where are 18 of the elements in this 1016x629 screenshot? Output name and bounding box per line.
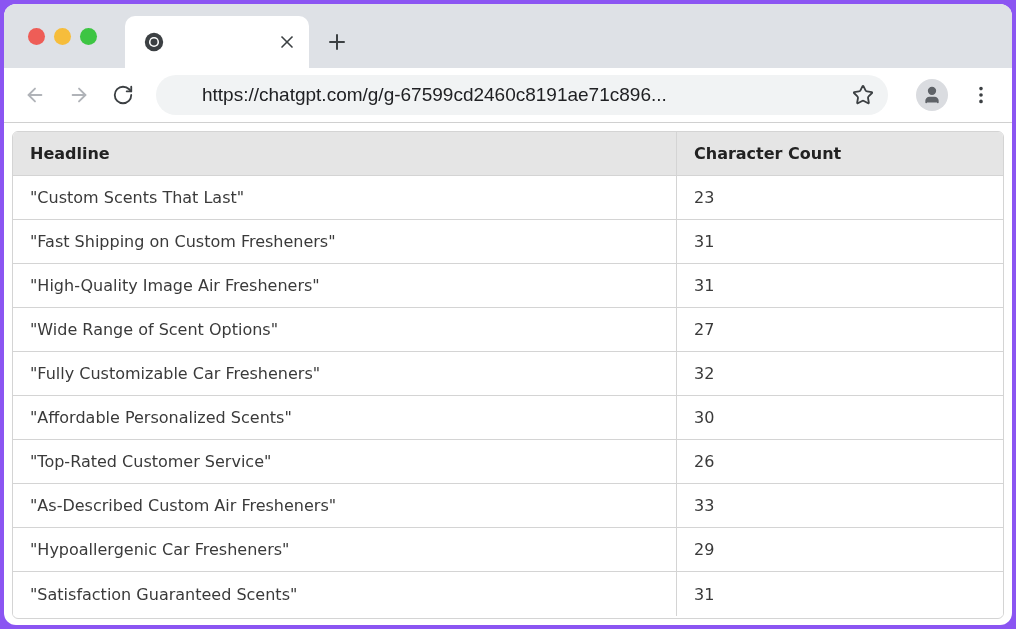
table-cell: "Satisfaction Guaranteed Scents" [13, 572, 677, 616]
table-cell: "Wide Range of Scent Options" [13, 308, 677, 352]
table-cell: "High-Quality Image Air Fresheners" [13, 264, 677, 308]
column-header: Character Count [677, 132, 1003, 176]
column-header: Headline [13, 132, 677, 176]
table-cell: "Top-Rated Customer Service" [13, 440, 677, 484]
browser-tab[interactable] [125, 16, 309, 68]
close-window-button[interactable] [28, 28, 45, 45]
table-cell: "Hypoallergenic Car Fresheners" [13, 528, 677, 572]
address-bar[interactable]: https://chatgpt.com/g/g-67599cd2460c8191ae71c896... [156, 75, 888, 115]
reload-icon[interactable] [112, 84, 134, 106]
table-cell: "As-Described Custom Air Fresheners" [13, 484, 677, 528]
profile-avatar[interactable] [916, 79, 948, 111]
table-cell: "Affordable Personalized Scents" [13, 396, 677, 440]
table-cell: "Fully Customizable Car Fresheners" [13, 352, 677, 396]
table-cell: "Custom Scents That Last" [13, 176, 677, 220]
table-cell: "Fast Shipping on Custom Fresheners" [13, 220, 677, 264]
star-icon[interactable] [852, 84, 874, 106]
